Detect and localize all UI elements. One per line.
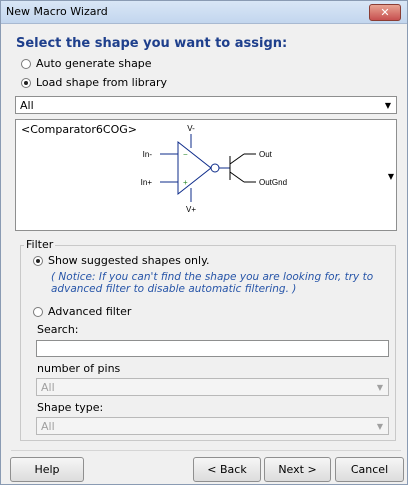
chevron-down-icon[interactable]: ▼ xyxy=(372,418,388,434)
back-button[interactable]: < Back xyxy=(193,457,261,482)
pins-select[interactable]: All ▼ xyxy=(36,378,389,396)
transistor-emitter xyxy=(229,171,245,183)
comparator-symbol: In- In+ V- V+ Out OutGnd − + xyxy=(141,124,287,214)
pin-label-v-minus: V- xyxy=(187,124,195,133)
auto-generate-option[interactable]: Auto generate shape xyxy=(21,57,152,70)
chevron-down-icon[interactable]: ▼ xyxy=(380,97,396,113)
pin-label-in-minus: In- xyxy=(143,150,153,159)
output-bubble xyxy=(210,163,220,173)
window-title: New Macro Wizard xyxy=(6,5,108,18)
cancel-button[interactable]: Cancel xyxy=(335,457,404,482)
filter-legend: Filter xyxy=(24,238,56,251)
load-library-radio[interactable] xyxy=(21,77,31,88)
shape-type-value: All xyxy=(41,420,55,433)
load-library-option[interactable]: Load shape from library xyxy=(21,76,167,89)
pins-label: number of pins xyxy=(37,362,121,375)
show-suggested-option[interactable]: Show suggested shapes only. xyxy=(33,254,210,267)
help-button[interactable]: Help xyxy=(10,457,84,482)
transistor-collector xyxy=(229,153,245,165)
chevron-down-icon[interactable]: ▼ xyxy=(388,172,394,181)
pins-value: All xyxy=(41,381,55,394)
advanced-filter-label: Advanced filter xyxy=(48,305,132,318)
advanced-filter-radio[interactable] xyxy=(33,306,43,317)
button-separator xyxy=(11,450,401,451)
auto-generate-radio[interactable] xyxy=(21,58,31,69)
pin-label-v-plus: V+ xyxy=(186,205,196,214)
pin-label-outgnd: OutGnd xyxy=(259,178,287,187)
pin-label-in-plus: In+ xyxy=(141,178,153,187)
title-bar: New Macro Wizard ✕ xyxy=(1,1,407,24)
shape-preview[interactable]: <Comparator6COG> In- In+ V- V+ Out OutGn… xyxy=(15,119,397,231)
shape-type-select[interactable]: All ▼ xyxy=(36,417,389,435)
search-label: Search: xyxy=(37,323,79,336)
library-filter-value: All xyxy=(20,99,34,112)
show-suggested-label: Show suggested shapes only. xyxy=(48,254,210,267)
auto-generate-label: Auto generate shape xyxy=(36,57,152,70)
advanced-filter-option[interactable]: Advanced filter xyxy=(33,305,131,318)
filter-notice: ( Notice: If you can't find the shape yo… xyxy=(51,271,374,295)
next-button[interactable]: Next > xyxy=(264,457,331,482)
pin-label-out: Out xyxy=(259,150,273,159)
inverting-sign: − xyxy=(183,150,188,159)
shape-type-label: Shape type: xyxy=(37,401,104,414)
page-heading: Select the shape you want to assign: xyxy=(16,36,288,51)
search-input[interactable] xyxy=(36,340,389,357)
chevron-down-icon[interactable]: ▼ xyxy=(372,379,388,395)
show-suggested-radio[interactable] xyxy=(33,255,43,266)
library-filter-select[interactable]: All ▼ xyxy=(15,96,397,114)
noninverting-sign: + xyxy=(183,178,188,187)
close-button[interactable]: ✕ xyxy=(369,4,401,21)
load-library-label: Load shape from library xyxy=(36,76,168,89)
wizard-window: New Macro Wizard ✕ Select the shape you … xyxy=(0,0,408,485)
